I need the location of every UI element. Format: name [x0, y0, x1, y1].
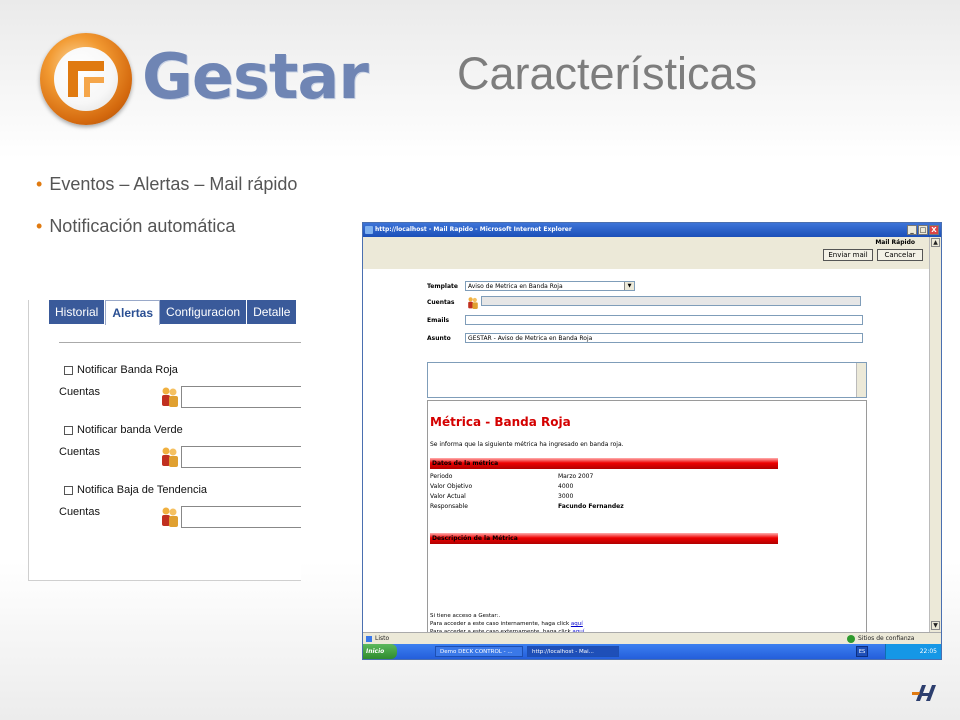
message-intro: Se informa que la siguiente métrica ha i… — [430, 441, 624, 448]
taskbar-item[interactable]: Demo DECK CONTROL - ... — [435, 646, 523, 657]
cuentas-field[interactable] — [481, 296, 861, 306]
browser-content: Mail Rápido Enviar mail Cancelar Templat… — [363, 237, 929, 635]
scroll-up-icon[interactable]: ▲ — [931, 238, 940, 247]
minimize-button[interactable]: _ — [907, 225, 917, 235]
browser-title: http://localhost - Mail Rapido - Microso… — [375, 226, 572, 233]
cuentas-label: Cuentas — [59, 386, 100, 398]
bullet-dot-icon: • — [36, 216, 43, 236]
message-title: Métrica - Banda Roja — [430, 415, 571, 429]
row-value: Facundo Fernandez — [558, 503, 624, 510]
cuentas-label: Cuentas — [59, 446, 100, 458]
cuentas-input[interactable] — [181, 446, 301, 468]
users-picker-icon[interactable] — [160, 446, 180, 468]
internal-link[interactable]: aquí — [571, 621, 583, 627]
checkbox-label: Notifica Baja de Tendencia — [77, 484, 208, 496]
tab-configuracion[interactable]: Configuracion — [160, 300, 248, 324]
ie-icon — [365, 226, 373, 234]
browser-scrollbar[interactable]: ▲ ▼ — [929, 237, 941, 632]
toolbar-band: Mail Rápido Enviar mail Cancelar — [363, 237, 929, 269]
checkbox-label: Notificar banda Verde — [77, 424, 183, 436]
cuentas-input[interactable] — [181, 386, 301, 408]
row-label: Responsable — [430, 503, 468, 510]
checkbox-notificar-banda-verde[interactable]: Notificar banda Verde — [64, 424, 183, 436]
row-label: Valor Actual — [430, 493, 466, 500]
bullet-item: • Notificación automática — [36, 216, 235, 237]
trusted-zone-icon — [847, 635, 855, 643]
template-select[interactable]: Aviso de Metrica en Banda Roja ▼ — [465, 281, 635, 291]
page-title: Características — [457, 48, 758, 99]
tab-bar: Historial Alertas Configuracion Detalle — [49, 300, 298, 325]
textarea-scrollbar[interactable] — [856, 363, 866, 397]
footer-line: Si tiene acceso a Gestar:. — [430, 613, 500, 619]
browser-titlebar[interactable]: http://localhost - Mail Rapido - Microso… — [363, 223, 941, 237]
description-header: Descripción de la Métrica — [430, 533, 778, 544]
checkbox[interactable] — [64, 485, 73, 495]
bullet-item: • Eventos – Alertas – Mail rápido — [36, 174, 297, 195]
row-value: 4000 — [558, 483, 574, 490]
data-header: Datos de la métrica — [430, 458, 778, 469]
template-label: Template — [427, 283, 458, 290]
bullet-text: Notificación automática — [49, 216, 236, 236]
tab-detalle[interactable]: Detalle — [247, 300, 298, 324]
users-picker-icon[interactable] — [160, 386, 180, 408]
bullet-text: Eventos – Alertas – Mail rápido — [49, 174, 298, 194]
footer-text: Para acceder a este caso internamente, h… — [430, 621, 571, 627]
section-title: Mail Rápido — [875, 239, 915, 246]
scroll-down-icon[interactable]: ▼ — [931, 621, 940, 630]
alerts-panel: Historial Alertas Configuracion Detalle … — [28, 300, 301, 581]
cuentas-label: Cuentas — [59, 506, 100, 518]
footer-text: Si tiene acceso a Gestar:. — [430, 613, 501, 619]
template-value: Aviso de Metrica en Banda Roja — [468, 283, 563, 290]
maximize-button[interactable]: □ — [918, 225, 928, 235]
checkbox[interactable] — [64, 365, 73, 375]
cuentas-label: Cuentas — [427, 299, 455, 306]
gestar-logo-icon — [40, 33, 132, 125]
browser-window: http://localhost - Mail Rapido - Microso… — [362, 222, 942, 660]
row-label: Periodo — [430, 473, 453, 480]
checkbox-notifica-baja-tendencia[interactable]: Notifica Baja de Tendencia — [64, 484, 207, 496]
checkbox-label: Notificar Banda Roja — [77, 364, 178, 376]
cuentas-input[interactable] — [181, 506, 301, 528]
brand-mark-icon — [912, 683, 938, 708]
message-preview: Métrica - Banda Roja Se informa que la s… — [427, 400, 867, 635]
bullet-dot-icon: • — [36, 174, 43, 194]
start-button[interactable]: Inicio — [363, 644, 397, 659]
users-picker-icon[interactable] — [160, 506, 180, 528]
taskbar-item-active[interactable]: http://localhost - Mai... — [527, 646, 619, 657]
row-label: Valor Objetivo — [430, 483, 473, 490]
language-indicator[interactable]: ES — [856, 646, 868, 657]
row-value: 3000 — [558, 493, 574, 500]
asunto-label: Asunto — [427, 335, 451, 342]
send-mail-button[interactable]: Enviar mail — [823, 249, 873, 261]
clock: 22:05 — [919, 648, 937, 655]
tab-historial[interactable]: Historial — [49, 300, 106, 324]
cancel-button[interactable]: Cancelar — [877, 249, 923, 261]
users-picker-icon[interactable] — [467, 295, 479, 309]
checkbox[interactable] — [64, 425, 73, 435]
taskbar: Inicio Demo DECK CONTROL - ... http://lo… — [363, 644, 941, 659]
footer-line: Para acceder a este caso internamente, h… — [430, 621, 583, 627]
page-icon — [366, 636, 372, 642]
body-textarea[interactable] — [427, 362, 867, 398]
logo-text: Gestar — [142, 40, 369, 113]
emails-label: Emails — [427, 317, 450, 324]
chevron-down-icon[interactable]: ▼ — [624, 282, 634, 290]
checkbox-notificar-banda-roja[interactable]: Notificar Banda Roja — [64, 364, 178, 376]
row-value: Marzo 2007 — [558, 473, 594, 480]
tab-alertas[interactable]: Alertas — [105, 300, 161, 325]
asunto-field[interactable]: GESTAR - Aviso de Metrica en Banda Roja — [465, 333, 863, 343]
system-tray: ES 22:05 — [856, 644, 941, 659]
close-button[interactable]: X — [929, 225, 939, 235]
divider — [59, 342, 301, 343]
emails-field[interactable] — [465, 315, 863, 325]
